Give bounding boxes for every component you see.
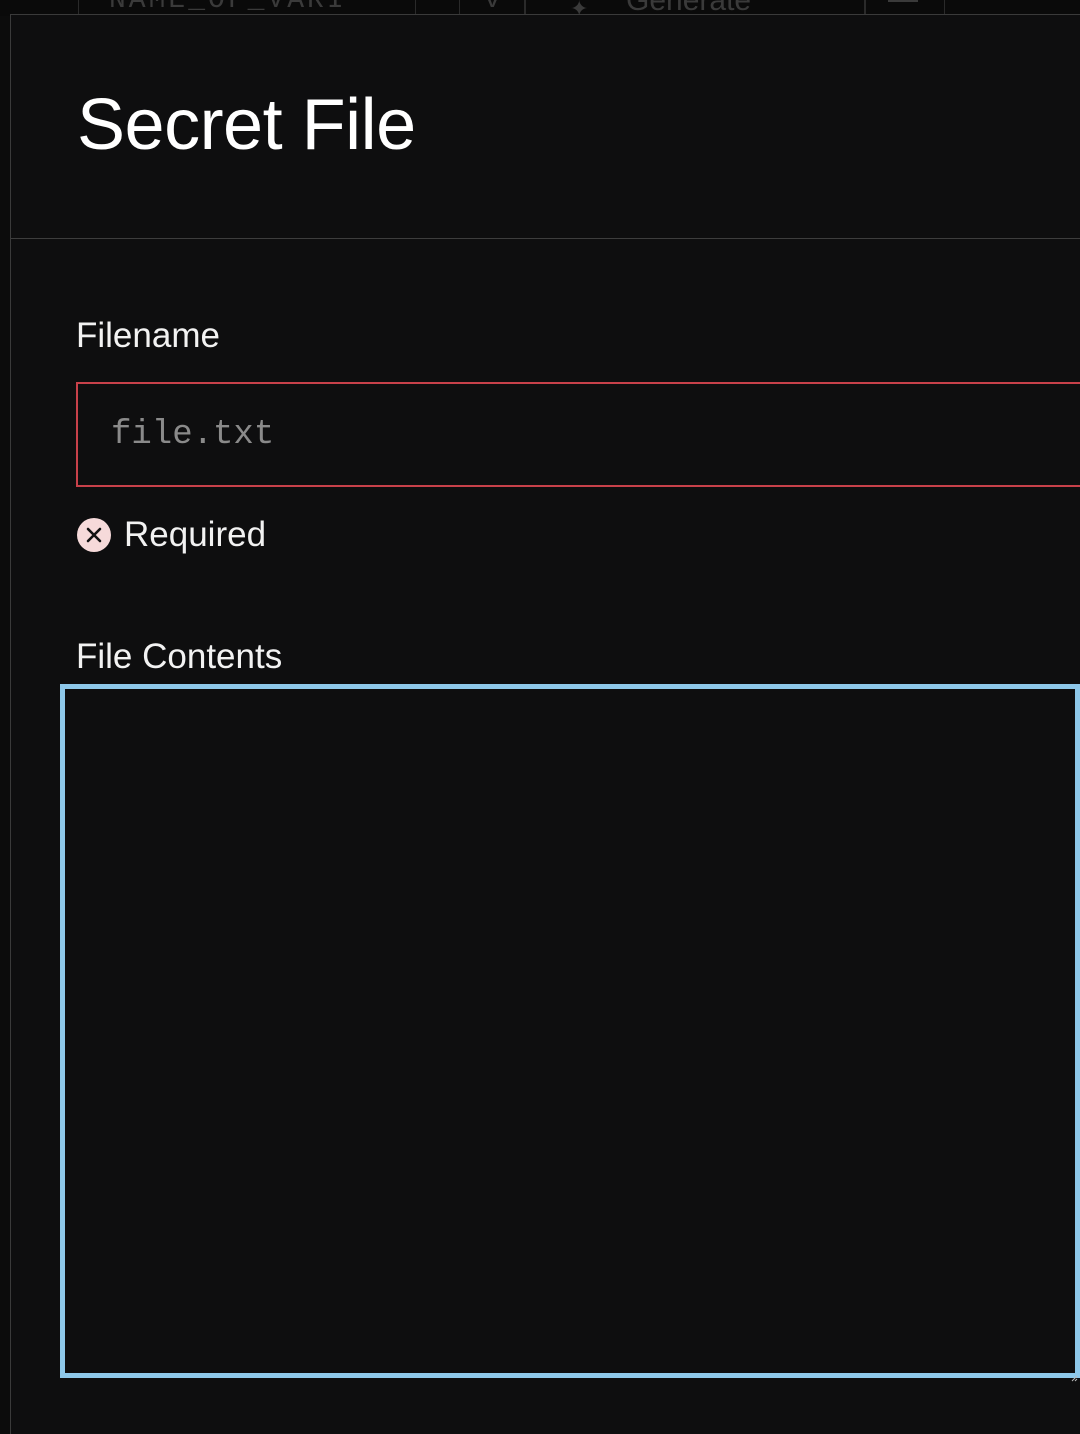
resize-handle-icon[interactable]	[1068, 1372, 1078, 1382]
filename-input[interactable]	[76, 382, 1080, 487]
filename-error-text: Required	[124, 515, 267, 554]
filename-label: Filename	[76, 316, 220, 355]
file-contents-label: File Contents	[76, 637, 283, 676]
file-contents-textarea[interactable]	[60, 684, 1080, 1378]
trash-icon	[888, 0, 918, 2]
modal-title: Secret File	[77, 85, 416, 165]
x-circle-icon	[77, 518, 111, 552]
modal-header: Secret File	[11, 15, 1080, 239]
filename-error-message: Required	[77, 515, 266, 555]
